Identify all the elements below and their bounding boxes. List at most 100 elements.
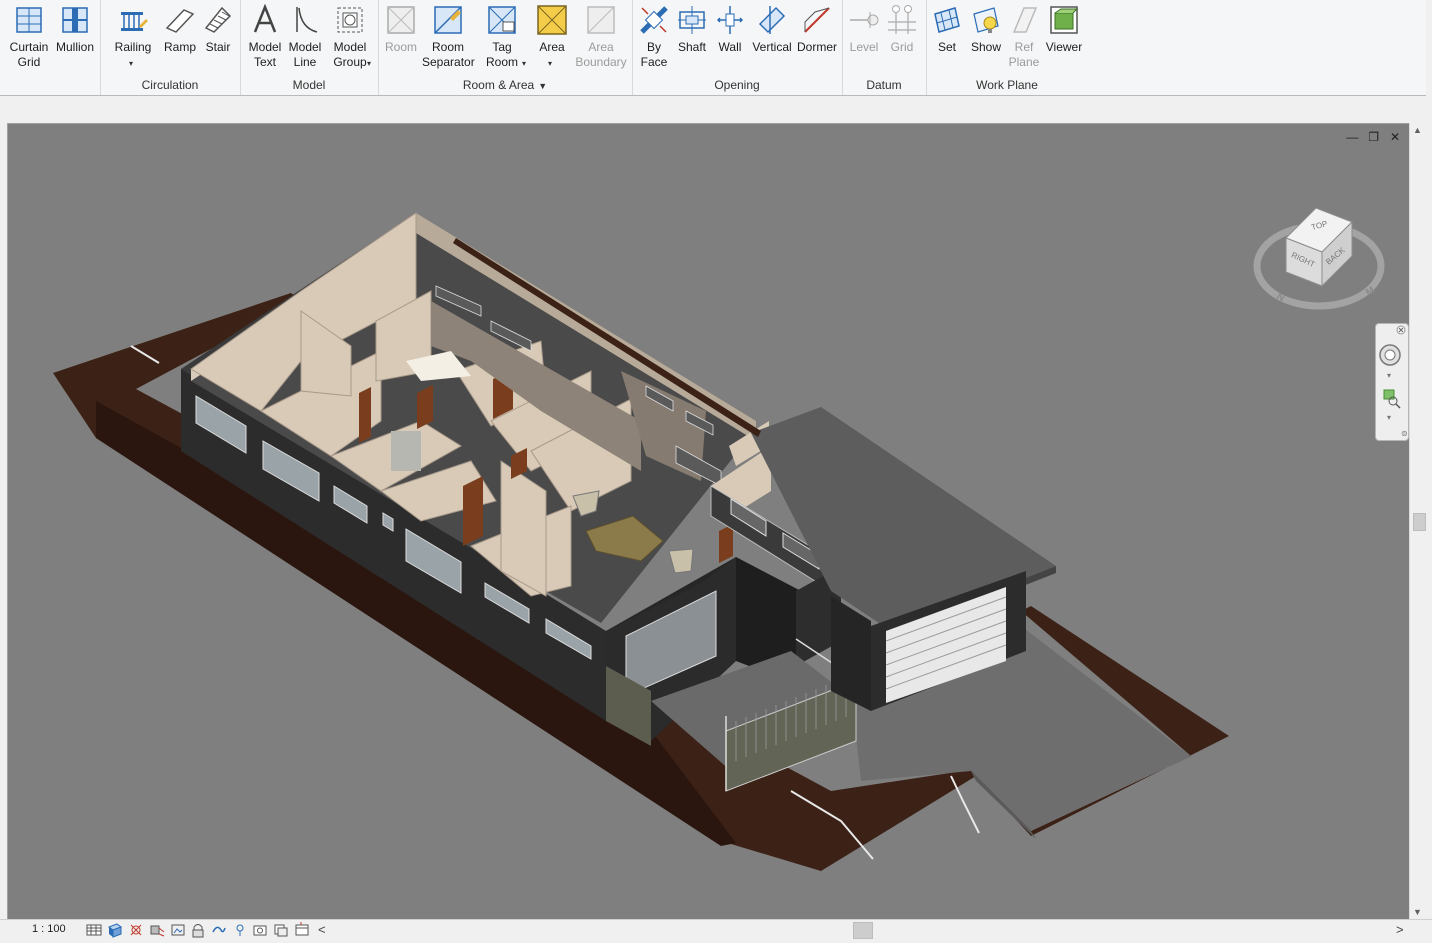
wall-opening-button[interactable]: Wall bbox=[714, 4, 746, 55]
vertical-scrollbar[interactable]: ▲ ▼ bbox=[1409, 123, 1427, 919]
dormer-button[interactable]: Dormer bbox=[796, 4, 838, 55]
panel-expand-icon: ▼ bbox=[538, 81, 548, 91]
close-view-button[interactable]: ✕ bbox=[1388, 130, 1402, 144]
ref-plane-button[interactable]: Ref Plane bbox=[1006, 4, 1042, 70]
temporary-view-properties-icon[interactable] bbox=[294, 922, 310, 938]
ramp-label: Ramp bbox=[163, 40, 196, 54]
panel-label-datum: Datum bbox=[866, 78, 902, 92]
area-boundary-label-2: Boundary bbox=[575, 55, 627, 69]
mullion-button[interactable]: Mullion bbox=[54, 4, 96, 55]
visual-style-icon[interactable] bbox=[107, 922, 123, 938]
steering-wheel-icon[interactable] bbox=[1379, 344, 1401, 366]
room-icon bbox=[387, 6, 415, 34]
stair-button[interactable]: Stair bbox=[200, 4, 236, 55]
shadows-icon[interactable] bbox=[149, 922, 165, 938]
panel-circulation: Railing ▾ Ramp Stair Circulation bbox=[100, 0, 241, 95]
show-crop-region-icon[interactable] bbox=[232, 922, 248, 938]
room-label: Room bbox=[384, 40, 417, 54]
tag-room-label-1: Tag bbox=[492, 40, 512, 54]
scroll-right-icon[interactable]: > bbox=[1396, 922, 1404, 937]
horizontal-scroll-thumb[interactable] bbox=[853, 922, 873, 939]
show-work-plane-button[interactable]: Show bbox=[968, 4, 1004, 55]
mullion-label: Mullion bbox=[55, 40, 94, 54]
curtain-grid-button[interactable]: Curtain Grid bbox=[8, 4, 50, 70]
panel-label-room-area[interactable]: Room & Area ▼ bbox=[378, 78, 632, 92]
area-boundary-button[interactable]: Area Boundary bbox=[574, 4, 628, 70]
grid-button[interactable]: Grid bbox=[884, 4, 920, 55]
level-label: Level bbox=[849, 40, 879, 54]
scroll-up-icon[interactable]: ▲ bbox=[1413, 125, 1422, 135]
tag-room-dropdown-icon[interactable]: ▾ bbox=[522, 56, 526, 71]
vertical-scroll-thumb[interactable] bbox=[1413, 513, 1426, 531]
grid-label: Grid bbox=[890, 40, 914, 54]
room-separator-button[interactable]: Room Separator bbox=[422, 4, 475, 70]
model-text-label-1: Model bbox=[248, 40, 282, 54]
area-dropdown-icon[interactable]: ▾ bbox=[548, 56, 552, 71]
scroll-down-icon[interactable]: ▼ bbox=[1413, 907, 1422, 917]
render-icon[interactable] bbox=[170, 922, 186, 938]
model-text-icon bbox=[253, 4, 277, 33]
room-separator-label-2: Separator bbox=[422, 55, 475, 69]
3d-model-view[interactable] bbox=[8, 124, 1410, 920]
minimize-view-button[interactable]: — bbox=[1345, 130, 1359, 144]
model-group-label-1: Model bbox=[333, 40, 367, 54]
tag-room-button[interactable]: Tag Room ▾ bbox=[482, 4, 526, 70]
panel-work-plane: Set Show Ref Plane Viewer Work Plane bbox=[926, 0, 1088, 95]
stair-label: Stair bbox=[205, 40, 231, 54]
area-icon bbox=[537, 5, 567, 35]
crop-view-icon[interactable] bbox=[211, 922, 227, 938]
level-icon bbox=[850, 12, 879, 28]
scroll-left-icon[interactable]: < bbox=[318, 922, 326, 937]
model-text-button[interactable]: Model Text bbox=[245, 4, 285, 70]
zoom-region-icon[interactable] bbox=[1383, 389, 1401, 409]
shaft-label: Shaft bbox=[677, 40, 707, 54]
viewer-button[interactable]: Viewer bbox=[1044, 4, 1084, 55]
viewcube[interactable]: TOP RIGHT BACK N M bbox=[1250, 200, 1390, 315]
area-label: Area bbox=[539, 40, 565, 54]
level-button[interactable]: Level bbox=[846, 4, 882, 55]
by-face-label-2: Face bbox=[640, 55, 668, 69]
wall-opening-icon bbox=[716, 6, 744, 34]
curtain-grid-label-2: Grid bbox=[17, 55, 41, 69]
temporary-hide-icon[interactable] bbox=[252, 922, 268, 938]
sun-path-icon[interactable] bbox=[128, 922, 144, 938]
railing-dropdown-icon[interactable]: ▾ bbox=[129, 56, 133, 71]
model-group-dropdown-icon[interactable]: ▾ bbox=[367, 56, 371, 71]
ref-plane-icon bbox=[1012, 7, 1038, 33]
detail-level-icon[interactable] bbox=[86, 922, 102, 938]
shaft-button[interactable]: Shaft bbox=[674, 4, 710, 55]
model-line-label-1: Model bbox=[288, 40, 322, 54]
model-group-button[interactable]: Model Group ▾ bbox=[330, 4, 371, 71]
zoom-dropdown-icon[interactable]: ▾ bbox=[1387, 413, 1391, 422]
room-button[interactable]: Room bbox=[382, 4, 420, 55]
ramp-button[interactable]: Ramp bbox=[161, 4, 199, 55]
viewer-label: Viewer bbox=[1045, 40, 1083, 54]
area-button[interactable]: Area ▾ bbox=[532, 4, 572, 68]
vertical-opening-button[interactable]: Vertical bbox=[750, 4, 794, 55]
dormer-label: Dormer bbox=[796, 40, 837, 54]
set-work-plane-button[interactable]: Set bbox=[930, 4, 964, 55]
wall-opening-label: Wall bbox=[718, 40, 742, 54]
navbar-close-icon[interactable] bbox=[1396, 325, 1406, 335]
by-face-button[interactable]: By Face bbox=[636, 4, 672, 70]
panel-label-model: Model bbox=[292, 78, 326, 92]
lock-3d-view-icon[interactable] bbox=[190, 922, 206, 938]
ref-plane-label-1: Ref bbox=[1014, 40, 1034, 54]
panel-datum: Level Grid Datum bbox=[842, 0, 927, 95]
reveal-hidden-icon[interactable] bbox=[273, 922, 289, 938]
3d-viewport[interactable]: — ❐ ✕ bbox=[7, 123, 1411, 921]
grid-icon bbox=[888, 5, 916, 34]
restore-view-button[interactable]: ❐ bbox=[1367, 130, 1381, 144]
navbar-options-icon[interactable]: ⊜ bbox=[1401, 429, 1408, 438]
steering-wheel-dropdown-icon[interactable]: ▾ bbox=[1387, 371, 1391, 380]
panel-label-circulation: Circulation bbox=[141, 78, 199, 92]
panel-opening: By Face Shaft Wall Vertical Dormer Openi… bbox=[632, 0, 843, 95]
railing-icon bbox=[121, 12, 148, 31]
panel-label-room-area-text: Room & Area bbox=[462, 78, 535, 92]
model-group-icon bbox=[337, 7, 363, 33]
railing-label: Railing bbox=[114, 40, 152, 54]
vertical-opening-icon bbox=[758, 6, 786, 34]
view-scale[interactable]: 1 : 100 bbox=[32, 923, 66, 935]
model-line-button[interactable]: Model Line bbox=[285, 4, 325, 70]
railing-button[interactable]: Railing ▾ bbox=[112, 4, 154, 68]
